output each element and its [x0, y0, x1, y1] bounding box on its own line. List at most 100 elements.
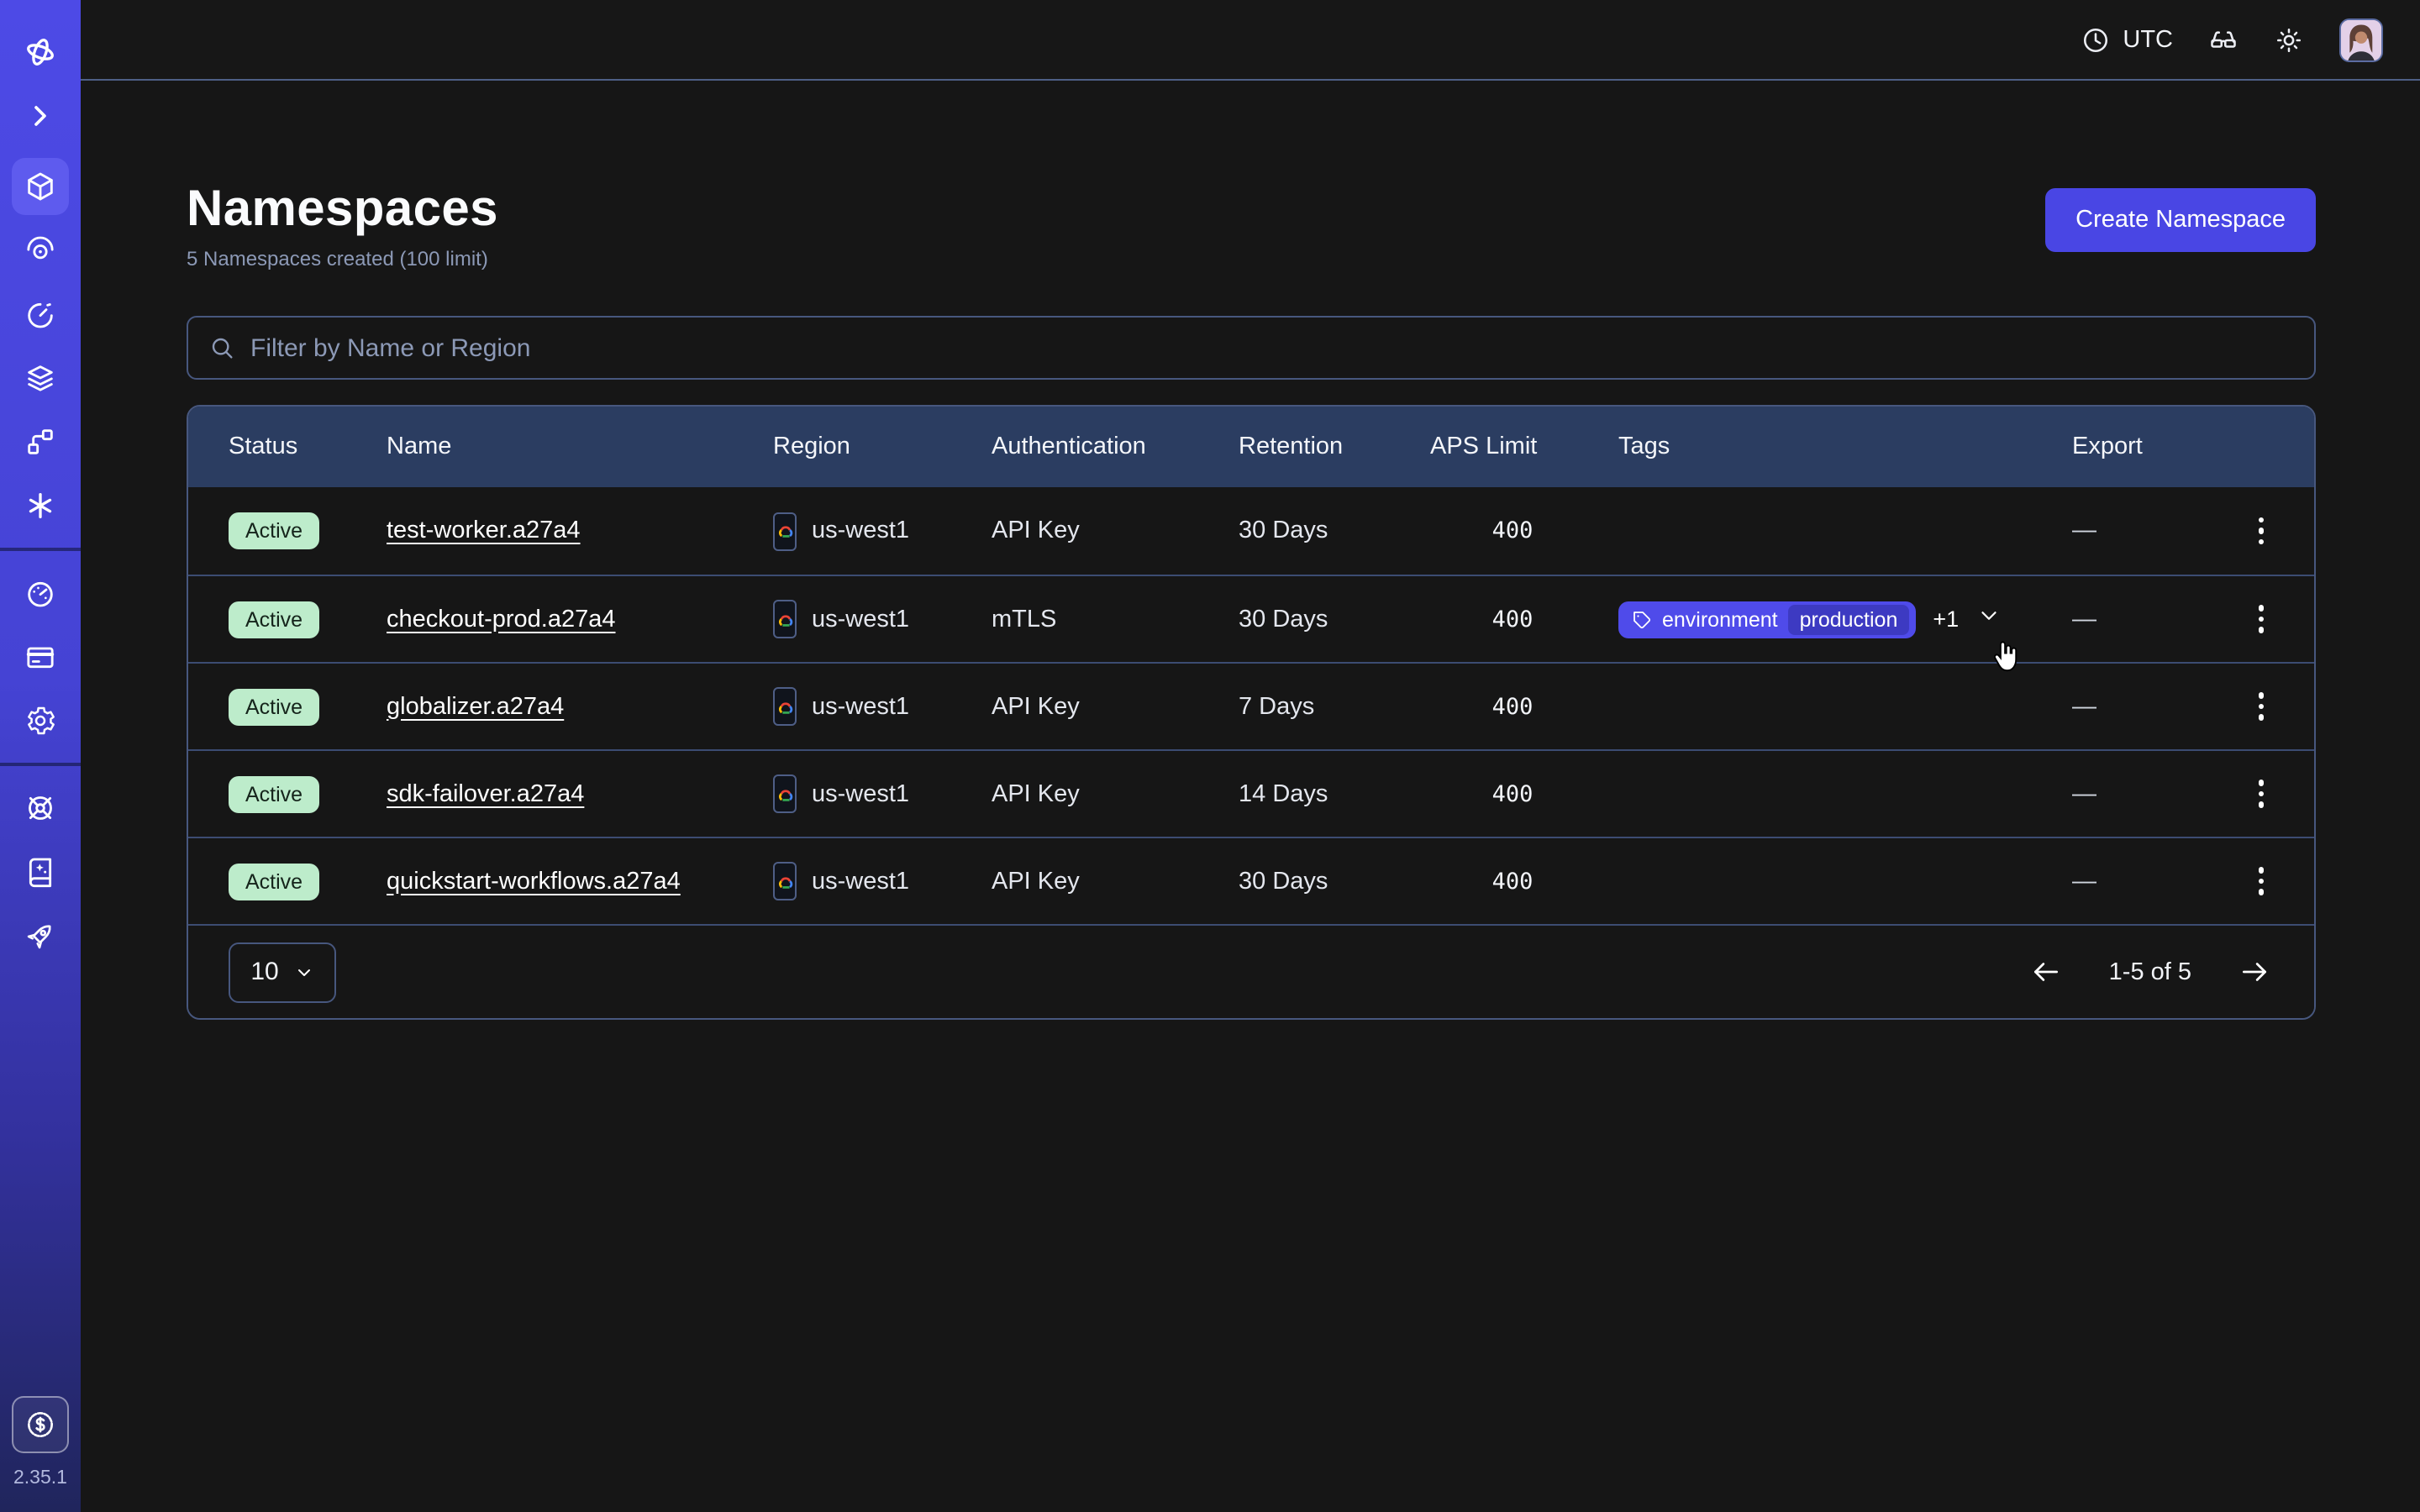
table-row: Active sdk-failover.a27a4 us-west1 API K… [188, 749, 2314, 837]
pricing-button[interactable] [12, 1396, 69, 1453]
cube-icon [24, 170, 57, 203]
retention-cell: 30 Days [1239, 868, 1430, 895]
auth-cell: mTLS [992, 606, 1239, 633]
status-badge: Active [229, 863, 319, 900]
topbar: UTC [81, 0, 2420, 81]
labs-button[interactable] [2208, 24, 2238, 55]
next-page-button[interactable] [2235, 953, 2274, 991]
namespace-link[interactable]: test-worker.a27a4 [387, 517, 581, 544]
temporal-logo-icon [24, 35, 57, 69]
export-cell: — [2072, 606, 2207, 633]
aps-limit-cell: 400 [1430, 606, 1618, 633]
region-label: us-west1 [812, 693, 909, 720]
sidebar-item-deployments[interactable] [12, 349, 69, 407]
aps-limit-cell: 400 [1430, 517, 1618, 544]
page-size-select[interactable]: 10 [229, 942, 336, 1002]
create-namespace-button[interactable]: Create Namespace [2045, 188, 2316, 252]
sidebar-item-monitor[interactable] [12, 222, 69, 279]
region-label: us-west1 [812, 780, 909, 807]
column-header-region: Region [773, 433, 992, 460]
gcp-provider-icon [773, 774, 797, 813]
app-window: 2.35.1 UTC [0, 0, 2420, 1512]
column-header-retention: Retention [1239, 433, 1430, 460]
table-header-row: Status Name Region Authentication Retent… [188, 407, 2314, 487]
namespace-count-subtitle: 5 Namespaces created (100 limit) [187, 247, 498, 270]
export-cell: — [2072, 868, 2207, 895]
sidebar-divider [0, 763, 81, 766]
status-badge: Active [229, 512, 319, 549]
sidebar-item-support[interactable] [12, 780, 69, 837]
aps-limit-cell: 400 [1430, 868, 1618, 895]
row-menu-button[interactable] [2248, 599, 2274, 640]
search-icon [208, 334, 235, 361]
branch-icon [24, 425, 57, 459]
filter-input[interactable] [250, 333, 2294, 362]
sidebar: 2.35.1 [0, 0, 81, 1512]
table-row: Active checkout-prod.a27a4 us-west1 mTLS… [188, 575, 2314, 662]
aps-limit-cell: 400 [1430, 693, 1618, 720]
status-badge: Active [229, 775, 319, 812]
tag-value: production [1788, 604, 1910, 634]
sidebar-item-usage[interactable] [12, 564, 69, 622]
sidebar-item-billing[interactable] [12, 628, 69, 685]
theme-toggle[interactable] [2274, 24, 2304, 55]
auth-cell: API Key [992, 693, 1239, 720]
layers-icon [24, 361, 57, 395]
gcp-provider-icon [773, 600, 797, 638]
row-menu-button[interactable] [2248, 686, 2274, 727]
sidebar-item-namespaces[interactable] [12, 158, 69, 215]
sidebar-expand-button[interactable] [12, 87, 69, 144]
row-menu-button[interactable] [2248, 861, 2274, 902]
chevron-down-icon [1975, 603, 2001, 628]
namespace-link[interactable]: globalizer.a27a4 [387, 693, 564, 720]
version-label: 2.35.1 [13, 1468, 67, 1488]
sidebar-item-home[interactable] [12, 24, 69, 81]
expand-tags-button[interactable] [1975, 603, 2001, 635]
tag-key: environment [1662, 607, 1778, 631]
page-size-value: 10 [250, 958, 278, 986]
sidebar-item-batch[interactable] [12, 477, 69, 534]
previous-page-button[interactable] [2027, 953, 2065, 991]
gauge-icon [24, 576, 57, 610]
sidebar-item-schedules[interactable] [12, 286, 69, 343]
clock-icon [2081, 24, 2111, 55]
auth-cell: API Key [992, 517, 1239, 544]
table-row: Active test-worker.a27a4 us-west1 API Ke… [188, 487, 2314, 575]
timezone-label: UTC [2123, 26, 2173, 53]
sidebar-item-quickstart[interactable] [12, 907, 69, 964]
arrow-right-icon [2238, 956, 2270, 988]
export-cell: — [2072, 693, 2207, 720]
eye-iris-icon [24, 234, 57, 267]
namespace-link[interactable]: checkout-prod.a27a4 [387, 606, 616, 633]
row-menu-button[interactable] [2248, 511, 2274, 552]
aps-limit-cell: 400 [1430, 780, 1618, 807]
user-avatar[interactable] [2339, 18, 2383, 61]
column-header-tags: Tags [1618, 433, 2072, 460]
namespace-link[interactable]: sdk-failover.a27a4 [387, 780, 584, 807]
asterisk-icon [24, 489, 57, 522]
timezone-button[interactable]: UTC [2081, 24, 2173, 55]
sidebar-item-settings[interactable] [12, 692, 69, 749]
avatar-photo [2341, 19, 2381, 60]
main-content: Namespaces 5 Namespaces created (100 lim… [81, 81, 2420, 1512]
table-pagination: 10 1-5 of 5 [188, 924, 2314, 1018]
arrow-left-icon [2030, 956, 2062, 988]
region-label: us-west1 [812, 517, 909, 544]
namespace-link[interactable]: quickstart-workflows.a27a4 [387, 868, 681, 895]
pagination-range-label: 1-5 of 5 [2109, 958, 2191, 985]
sidebar-divider [0, 548, 81, 551]
tag-pill[interactable]: environment production [1618, 601, 1916, 638]
ship-wheel-icon [24, 791, 57, 825]
sidebar-item-docs[interactable] [12, 843, 69, 900]
row-menu-button[interactable] [2248, 774, 2274, 815]
credit-card-icon [24, 640, 57, 674]
column-header-export: Export [2072, 433, 2207, 460]
status-badge: Active [229, 601, 319, 638]
chevron-down-icon [294, 962, 314, 982]
namespaces-table: Status Name Region Authentication Retent… [187, 405, 2316, 1020]
sidebar-item-workflows[interactable] [12, 413, 69, 470]
auth-cell: API Key [992, 780, 1239, 807]
table-row: Active globalizer.a27a4 us-west1 API Key… [188, 662, 2314, 749]
export-cell: — [2072, 780, 2207, 807]
more-tags-count: +1 [1933, 606, 1959, 632]
